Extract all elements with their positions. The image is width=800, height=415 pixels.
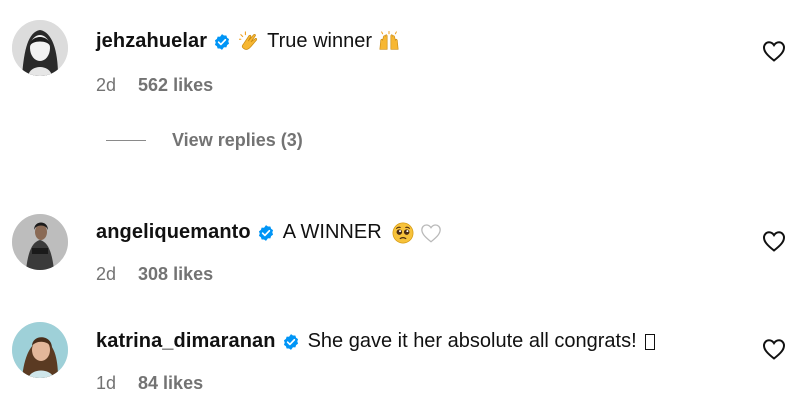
verified-badge-icon bbox=[257, 224, 275, 242]
username[interactable]: katrina_dimaranan bbox=[96, 330, 276, 353]
comment-text: A WINNER bbox=[282, 221, 382, 243]
comment-meta: 2d 562 likes bbox=[96, 75, 213, 96]
avatar[interactable] bbox=[12, 322, 68, 378]
replies-divider bbox=[106, 140, 146, 141]
view-replies-label: View replies (3) bbox=[172, 130, 303, 150]
avatar[interactable] bbox=[12, 20, 68, 76]
view-replies-button[interactable]: View replies (3) bbox=[106, 130, 303, 151]
comment-body: katrina_dimaranan She gave it her absolu… bbox=[96, 330, 655, 353]
comment-body: jehzahuelar True winner bbox=[96, 30, 406, 53]
pleading-face-emoji bbox=[392, 222, 414, 244]
comment-list: jehzahuelar True winner 2d 562 likes Vie… bbox=[0, 0, 800, 415]
like-count[interactable]: 308 likes bbox=[138, 264, 213, 285]
username[interactable]: angeliquemanto bbox=[96, 221, 251, 244]
timestamp[interactable]: 2d bbox=[96, 75, 116, 96]
avatar[interactable] bbox=[12, 214, 68, 270]
white-heart-emoji bbox=[420, 222, 442, 244]
comment-body: angeliquemanto A WINNER bbox=[96, 221, 448, 244]
clapping-hands-emoji bbox=[239, 30, 261, 53]
heart-outline-icon[interactable] bbox=[762, 338, 786, 360]
like-count[interactable]: 84 likes bbox=[138, 373, 203, 394]
comment-text: True winner bbox=[267, 30, 372, 52]
username[interactable]: jehzahuelar bbox=[96, 30, 207, 53]
comment-meta: 1d 84 likes bbox=[96, 373, 203, 394]
missing-glyph-box bbox=[644, 333, 655, 350]
verified-badge-icon bbox=[282, 333, 300, 351]
heart-outline-icon[interactable] bbox=[762, 230, 786, 252]
verified-badge-icon bbox=[213, 33, 231, 51]
heart-outline-icon[interactable] bbox=[762, 40, 786, 62]
timestamp[interactable]: 1d bbox=[96, 373, 116, 394]
timestamp[interactable]: 2d bbox=[96, 264, 116, 285]
comment-text: She gave it her absolute all congrats! bbox=[307, 330, 637, 352]
like-count[interactable]: 562 likes bbox=[138, 75, 213, 96]
raising-hands-emoji bbox=[378, 30, 400, 53]
comment-meta: 2d 308 likes bbox=[96, 264, 213, 285]
